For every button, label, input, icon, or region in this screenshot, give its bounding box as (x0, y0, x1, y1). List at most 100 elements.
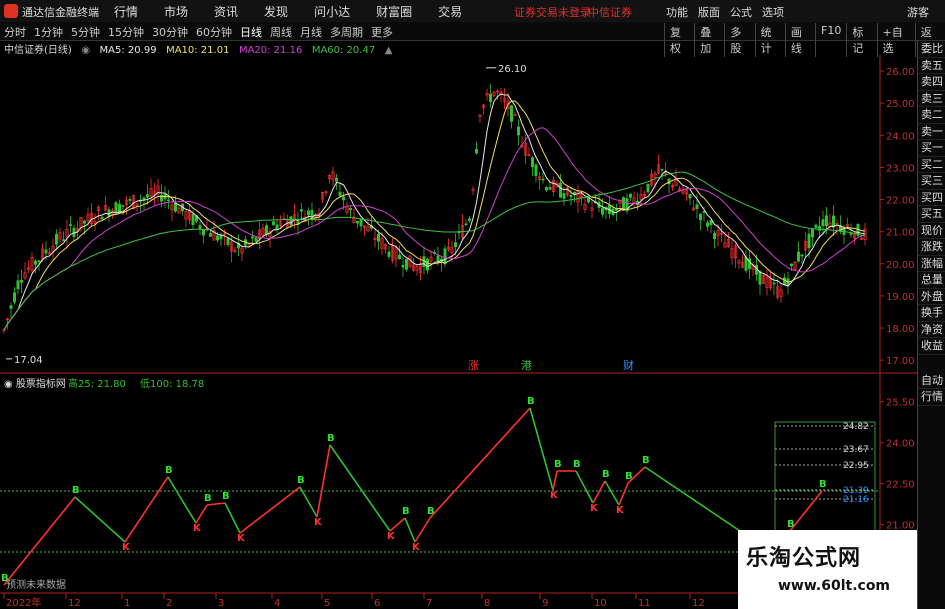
low-price-label: 17.04 (14, 355, 43, 366)
title-bar: 通达信金融终端 行情 市场 资讯 发现 问小达 财富圈 交易 证券交易未登录 中… (0, 0, 945, 23)
indicator-note: 预测未来数据 (6, 578, 66, 591)
candle-body (271, 221, 275, 226)
period-weekly[interactable]: 周线 (270, 24, 292, 40)
menu-options[interactable]: 选项 (762, 4, 784, 20)
event-marker: 涨 (468, 359, 479, 372)
buy-marker: B (402, 506, 410, 517)
period-15min[interactable]: 15分钟 (108, 24, 144, 40)
menu-ask[interactable]: 问小达 (314, 3, 350, 20)
menu-trade[interactable]: 交易 (438, 3, 462, 20)
side-panel-item[interactable]: 卖三 (918, 91, 945, 107)
period-30min[interactable]: 30分钟 (152, 24, 188, 40)
zigzag-segment (604, 480, 620, 506)
menu-formula[interactable]: 公式 (730, 4, 752, 20)
period-monthly[interactable]: 月线 (300, 24, 322, 40)
price-tick-label: 22.00 (886, 196, 915, 207)
menu-layout[interactable]: 版面 (698, 4, 720, 20)
side-panel-item[interactable]: 净资 (918, 322, 945, 338)
side-panel-item[interactable]: 委比 (918, 41, 945, 58)
side-panel-item[interactable]: 卖五 (918, 58, 945, 74)
candle-body (509, 105, 513, 122)
candle-body (348, 208, 352, 211)
candle-body (114, 202, 118, 214)
broker-name[interactable]: 中信证券 (588, 4, 632, 20)
period-daily[interactable]: 日线 (240, 24, 262, 40)
side-panel-item[interactable]: 换手 (918, 305, 945, 322)
side-panel-item[interactable]: 买四 (918, 190, 945, 206)
x-tick-label: 3 (218, 598, 224, 609)
candle-body (534, 164, 538, 176)
zigzag-segment (195, 504, 208, 524)
period-60min[interactable]: 60分钟 (196, 24, 232, 40)
ma5-line (3, 93, 866, 330)
title-right-menu: 功能 版面 公式 选项 (666, 4, 794, 20)
period-multi[interactable]: 多周期 (330, 24, 363, 40)
menu-function[interactable]: 功能 (666, 4, 688, 20)
candle-body (548, 187, 552, 190)
zigzag-segment (389, 517, 406, 532)
zigzag-segment (414, 517, 431, 543)
buy-marker: B (573, 459, 581, 470)
side-panel-item[interactable]: 卖二 (918, 107, 945, 124)
menu-news[interactable]: 资讯 (214, 3, 238, 20)
ma20-line (3, 127, 866, 330)
menu-quotes[interactable]: 行情 (114, 3, 138, 20)
guest-user[interactable]: 游客 (907, 4, 929, 20)
side-panel-item[interactable]: 买二 (918, 157, 945, 173)
side-panel-item[interactable]: 现价 (918, 223, 945, 239)
x-tick-label: 1 (124, 598, 130, 609)
period-more[interactable]: 更多 (371, 24, 393, 40)
side-panel-item[interactable]: 买一 (918, 140, 945, 157)
buy-marker: B (297, 475, 305, 486)
candle-body (226, 238, 230, 245)
side-panel-item[interactable]: 买五 (918, 206, 945, 223)
menu-wealth[interactable]: 财富圈 (376, 3, 412, 20)
side-panel-item[interactable]: 外盘 (918, 289, 945, 305)
side-panel-item[interactable]: 自动 (918, 373, 945, 389)
side-panel-item[interactable]: 卖一 (918, 124, 945, 140)
watermark-url: www.60lt.com (778, 578, 891, 594)
zigzag-segment (74, 496, 126, 543)
candle-body (800, 254, 804, 257)
period-toolbar: 分时 1分钟 5分钟 15分钟 30分钟 60分钟 日线 周线 月线 多周期 更… (0, 22, 945, 57)
buy-marker: B (642, 455, 650, 466)
candle-body (817, 226, 821, 231)
side-panel-item[interactable]: 行情 (918, 389, 945, 406)
x-tick-label: 8 (484, 598, 490, 609)
period-5min[interactable]: 5分钟 (71, 24, 100, 40)
candle-body (824, 215, 828, 227)
period-timeshare[interactable]: 分时 (4, 24, 26, 40)
zigzag-segment (3, 496, 76, 586)
login-notice[interactable]: 证券交易未登录 (514, 4, 591, 20)
menu-discover[interactable]: 发现 (264, 3, 288, 20)
period-1min[interactable]: 1分钟 (34, 24, 63, 40)
candle-body (443, 248, 447, 265)
candle-body (216, 235, 220, 241)
buy-marker: B (165, 465, 173, 476)
sell-marker: K (616, 505, 625, 516)
candle-body (306, 210, 310, 216)
candle-body (61, 239, 65, 241)
candle-body (810, 228, 814, 238)
side-panel-item[interactable]: 涨幅 (918, 256, 945, 272)
candle-body (698, 213, 702, 221)
candle-body (467, 218, 471, 221)
menu-market[interactable]: 市场 (164, 3, 188, 20)
app-title: 通达信金融终端 (22, 6, 99, 19)
candle-body (782, 277, 786, 285)
price-tick-label: 21.00 (886, 228, 915, 239)
buy-marker: B (625, 471, 633, 482)
side-panel-item[interactable]: 卖四 (918, 74, 945, 91)
zigzag-segment (316, 444, 331, 518)
sell-marker: K (122, 542, 131, 553)
side-panel-item[interactable]: 涨跌 (918, 239, 945, 256)
side-panel-item[interactable]: 总量 (918, 272, 945, 289)
ma-lines (3, 93, 866, 330)
candle-body (376, 233, 380, 242)
side-panel-item[interactable]: 收益 (918, 338, 945, 355)
candle-body (516, 126, 520, 136)
price-tick-label: 20.00 (886, 260, 915, 271)
chart-area[interactable]: 26.00 25.00 24.00 23.00 22.00 21.00 20.00 19.00… (0, 55, 917, 609)
side-panel-item[interactable]: 买三 (918, 173, 945, 190)
candle-body (264, 225, 268, 235)
